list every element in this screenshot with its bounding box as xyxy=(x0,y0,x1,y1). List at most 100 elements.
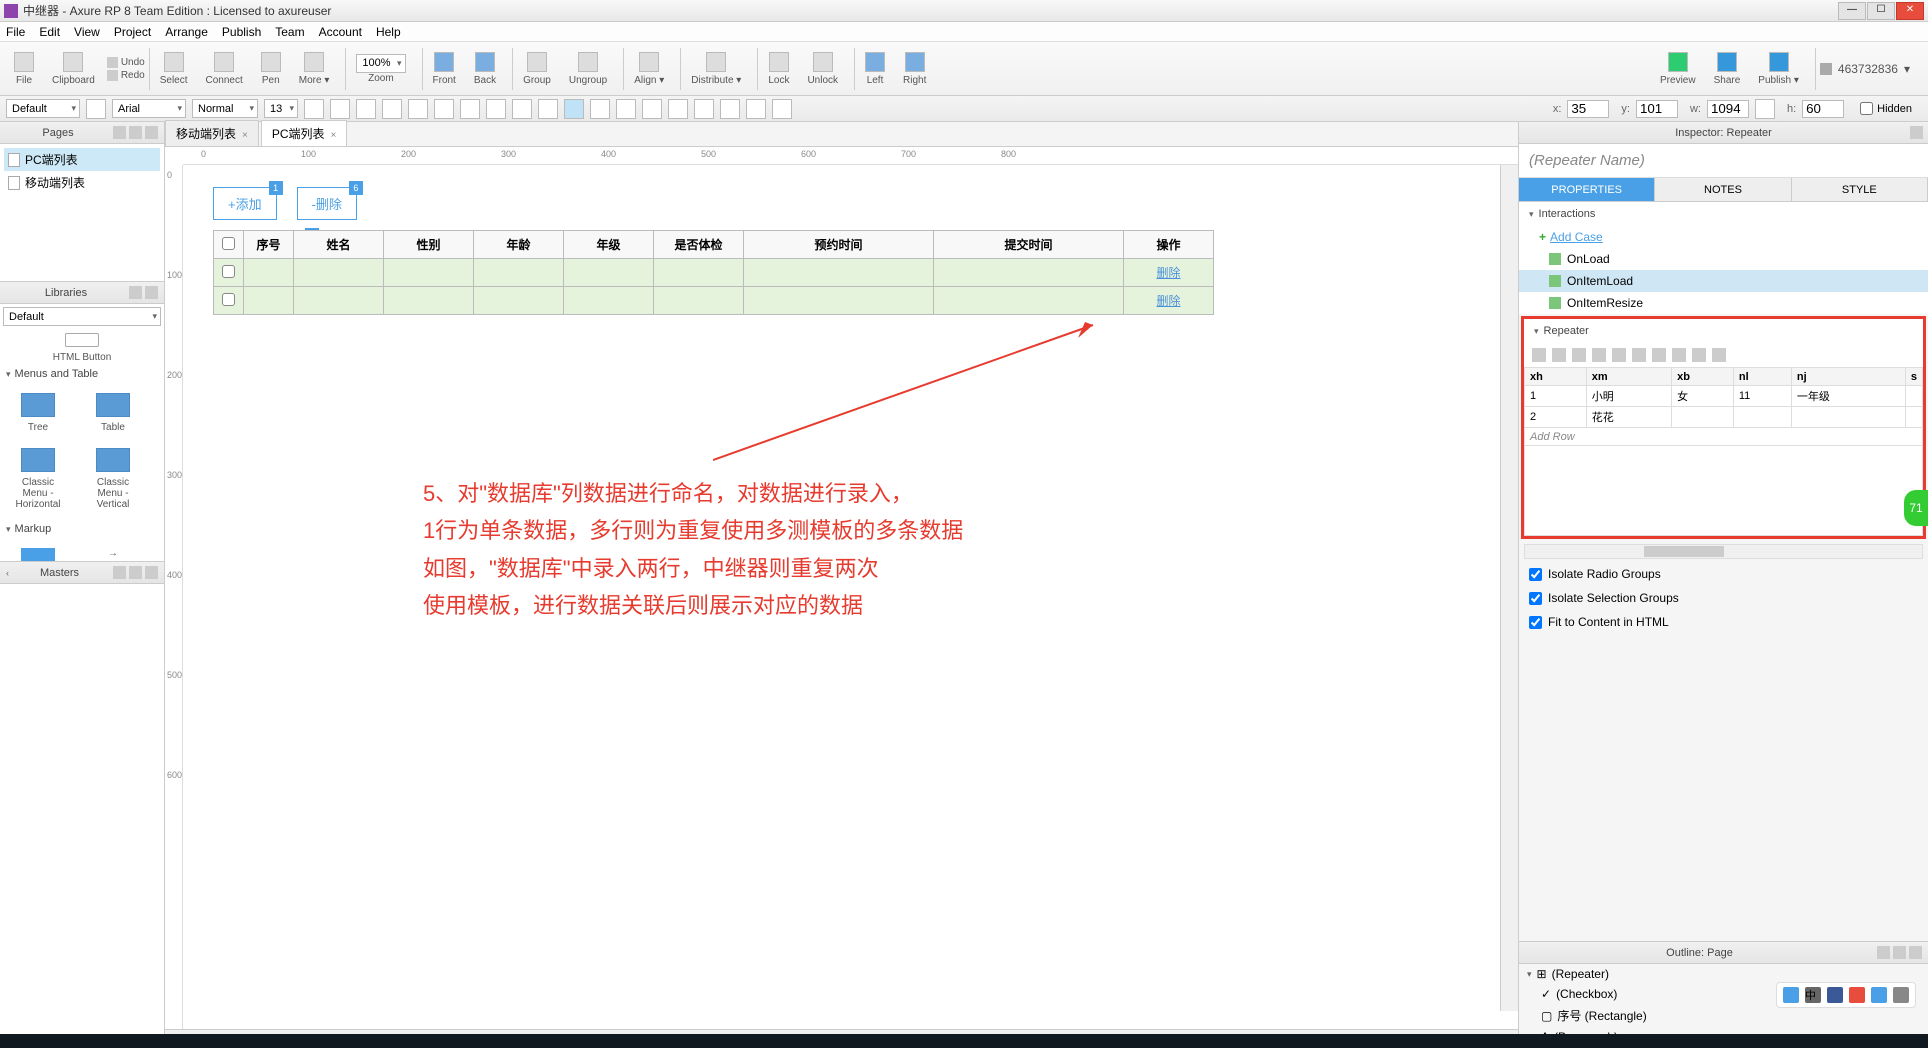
ext-icon[interactable] xyxy=(1827,987,1843,1003)
lib-table[interactable]: Table xyxy=(83,393,143,433)
note-badge[interactable]: 6 xyxy=(349,181,363,195)
event-onitemload[interactable]: OnItemLoad xyxy=(1519,270,1928,292)
tb-align[interactable]: Align ▾ xyxy=(628,52,670,86)
libs-search-icon[interactable] xyxy=(145,286,158,299)
tb-ungroup[interactable]: Ungroup xyxy=(563,52,613,86)
taskbar[interactable] xyxy=(0,1034,1928,1048)
tb-publish[interactable]: Publish ▾ xyxy=(1752,52,1805,86)
data-row[interactable]: 2花花 xyxy=(1525,407,1923,428)
font-combo[interactable]: Arial xyxy=(112,99,186,118)
tb-file[interactable]: File xyxy=(8,52,40,86)
repeater-name[interactable]: (Repeater Name) xyxy=(1519,144,1928,178)
align-l-button[interactable] xyxy=(408,99,428,119)
page-item[interactable]: PC端列表 xyxy=(4,148,160,171)
canvas-del-button[interactable]: -删除6 xyxy=(297,187,357,220)
menu-view[interactable]: View xyxy=(74,25,100,39)
gear-icon[interactable] xyxy=(1893,987,1909,1003)
check-isolate-sel[interactable]: Isolate Selection Groups xyxy=(1519,586,1928,610)
outline-filter-icon[interactable] xyxy=(1893,946,1906,959)
menu-publish[interactable]: Publish xyxy=(222,25,261,39)
undo-button[interactable]: Undo xyxy=(107,57,145,68)
masters-add-icon[interactable] xyxy=(113,566,126,579)
masters-folder-icon[interactable] xyxy=(129,566,142,579)
y-input[interactable] xyxy=(1636,100,1678,118)
rt-icon[interactable] xyxy=(1632,348,1646,362)
linestyle-button[interactable] xyxy=(642,99,662,119)
table-row[interactable]: 删除 xyxy=(214,259,1214,287)
rt-icon[interactable] xyxy=(1552,348,1566,362)
tb-unlock[interactable]: Unlock xyxy=(801,52,844,86)
tb-front[interactable]: Front xyxy=(427,52,462,86)
tb-zoom[interactable]: 100%Zoom xyxy=(350,54,411,84)
weight-combo[interactable]: Normal xyxy=(192,99,258,118)
lib-selector[interactable]: Default xyxy=(3,307,161,326)
rt-icon[interactable] xyxy=(1712,348,1726,362)
valign-m-button[interactable] xyxy=(512,99,532,119)
design-canvas[interactable]: +添加1 -删除6 5 序号 姓名 性别 年龄 年级 是否体检 预约时间 xyxy=(183,165,1518,1029)
th-check[interactable] xyxy=(214,231,244,259)
event-onload[interactable]: OnLoad xyxy=(1519,248,1928,270)
libs-menu-icon[interactable] xyxy=(129,286,142,299)
minimize-button[interactable]: — xyxy=(1838,2,1866,20)
float-badge[interactable]: 71 xyxy=(1904,490,1928,526)
style-apply-icon[interactable] xyxy=(86,99,106,119)
align-r-button[interactable] xyxy=(460,99,480,119)
close-icon[interactable]: × xyxy=(331,130,337,141)
line-button[interactable] xyxy=(590,99,610,119)
pages-add-icon[interactable] xyxy=(113,126,126,139)
rt-icon[interactable] xyxy=(1612,348,1626,362)
rt-icon[interactable] xyxy=(1532,348,1546,362)
checkbox-icon[interactable] xyxy=(222,237,235,250)
arrow-button[interactable] xyxy=(668,99,688,119)
rt-icon[interactable] xyxy=(1672,348,1686,362)
lib-snapshot[interactable] xyxy=(8,548,68,562)
repeater-data-grid[interactable]: xh xm xb nl nj s 1小明女11一年级 2花花 Add Row xyxy=(1524,367,1923,536)
rt-icon[interactable] xyxy=(1592,348,1606,362)
align-c-button[interactable] xyxy=(434,99,454,119)
valign-t-button[interactable] xyxy=(486,99,506,119)
tab-pc[interactable]: PC端列表× xyxy=(261,120,348,146)
ext-icon[interactable] xyxy=(1783,987,1799,1003)
check-isolate-radio[interactable]: Isolate Radio Groups xyxy=(1519,562,1928,586)
hidden-check[interactable]: Hidden xyxy=(1860,102,1912,115)
event-onitemresize[interactable]: OnItemResize xyxy=(1519,292,1928,314)
outline-sort-icon[interactable] xyxy=(1877,946,1890,959)
pages-search-icon[interactable] xyxy=(145,126,158,139)
tb-back[interactable]: Back xyxy=(468,52,502,86)
tb-preview[interactable]: Preview xyxy=(1654,52,1702,86)
tb-left[interactable]: Left xyxy=(859,52,891,86)
rt-icon[interactable] xyxy=(1572,348,1586,362)
x-input[interactable] xyxy=(1567,100,1609,118)
tb-right[interactable]: Right xyxy=(897,52,932,86)
tb-lock[interactable]: Lock xyxy=(762,52,795,86)
lib-htmlbutton[interactable]: HTML Button xyxy=(52,333,112,363)
menu-edit[interactable]: Edit xyxy=(39,25,60,39)
bold-button[interactable] xyxy=(304,99,324,119)
col[interactable]: xb xyxy=(1672,368,1734,386)
lib-vmenu[interactable]: Classic Menu - Vertical xyxy=(83,448,143,510)
tb-distribute[interactable]: Distribute ▾ xyxy=(685,52,747,86)
menu-file[interactable]: File xyxy=(6,25,25,39)
data-scrollbar[interactable] xyxy=(1524,544,1923,559)
col[interactable]: xm xyxy=(1586,368,1671,386)
data-row[interactable]: 1小明女11一年级 xyxy=(1525,386,1923,407)
tb-share[interactable]: Share xyxy=(1708,52,1747,86)
scrollbar-v[interactable] xyxy=(1500,165,1518,1011)
size-combo[interactable]: 13 xyxy=(264,99,298,118)
zoom-combo[interactable]: 100% xyxy=(356,54,405,73)
inner-button[interactable] xyxy=(772,99,792,119)
note-badge[interactable]: 1 xyxy=(269,181,283,195)
corner-button[interactable] xyxy=(694,99,714,119)
add-case-link[interactable]: +Add Case xyxy=(1519,226,1928,248)
close-button[interactable]: ✕ xyxy=(1896,2,1924,20)
checkbox-icon[interactable] xyxy=(222,293,235,306)
color-button[interactable] xyxy=(382,99,402,119)
col[interactable]: nl xyxy=(1733,368,1791,386)
tb-select[interactable]: Select xyxy=(154,52,194,86)
outline-search-icon[interactable] xyxy=(1909,946,1922,959)
ext-icon[interactable] xyxy=(1871,987,1887,1003)
expand-icon[interactable] xyxy=(1910,126,1923,139)
check-fit-html[interactable]: Fit to Content in HTML xyxy=(1519,610,1928,634)
row-delete-link[interactable]: 删除 xyxy=(1156,294,1180,308)
tab-style[interactable]: STYLE xyxy=(1792,178,1928,201)
